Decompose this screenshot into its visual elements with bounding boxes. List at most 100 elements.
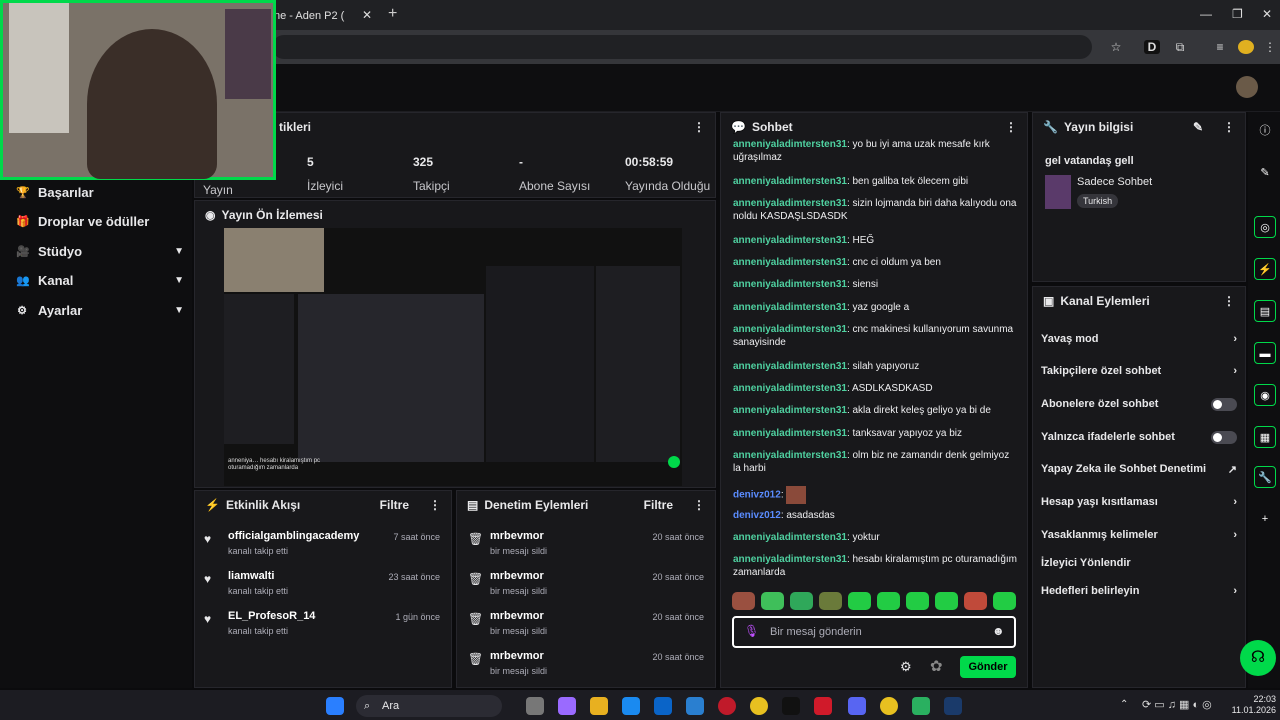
- emote-only-toggle[interactable]: [1211, 430, 1237, 444]
- bolt-icon: ⚡: [205, 498, 220, 512]
- feed-name[interactable]: mrbevmor: [490, 610, 544, 622]
- edit-icon[interactable]: ✎: [1193, 120, 1203, 134]
- action-banned-words[interactable]: Yasaklanmış kelimeler ›: [1041, 522, 1237, 548]
- discord-icon[interactable]: [848, 697, 866, 715]
- emote-icon[interactable]: [819, 592, 842, 610]
- store-icon[interactable]: [686, 697, 704, 715]
- outlook-icon[interactable]: [654, 697, 672, 715]
- address-bar[interactable]: [272, 35, 1092, 59]
- edge-icon[interactable]: [622, 697, 640, 715]
- wrench-icon[interactable]: 🔧: [1254, 466, 1276, 488]
- emote-icon[interactable]: [732, 592, 755, 610]
- feed-name[interactable]: liamwalti: [228, 570, 274, 582]
- app-icon[interactable]: [814, 697, 832, 715]
- action-subscribers-only[interactable]: Abonelere özel sohbet: [1041, 391, 1237, 417]
- subscribers-only-toggle[interactable]: [1211, 397, 1237, 411]
- sidebar-item-achievements[interactable]: 🏆 Başarılar: [16, 180, 184, 204]
- start-icon[interactable]: [326, 697, 344, 715]
- filter-button[interactable]: Filtre: [380, 498, 409, 512]
- copilot-icon[interactable]: [558, 697, 576, 715]
- document-icon[interactable]: ▤: [1254, 300, 1276, 322]
- broadcast-icon[interactable]: ◉: [1254, 384, 1276, 406]
- feed-name[interactable]: EL_ProfesoR_14: [228, 610, 315, 622]
- add-icon[interactable]: +: [1254, 508, 1276, 530]
- stream-preview-video[interactable]: anneniya… hesabı kiralamıştım pc oturama…: [224, 228, 682, 486]
- action-slow-mode[interactable]: Yavaş mod ›: [1041, 326, 1237, 352]
- emote-icon[interactable]: [935, 592, 958, 610]
- window-close-button[interactable]: ✕: [1262, 7, 1272, 21]
- taskbar-search[interactable]: ⌕ Ara: [356, 695, 502, 717]
- more-icon[interactable]: ⋮: [1005, 120, 1017, 134]
- extensions-icon[interactable]: ⧉: [1172, 40, 1188, 54]
- feed-name[interactable]: mrbevmor: [490, 650, 544, 662]
- emote-icon[interactable]: [790, 592, 813, 610]
- action-account-age[interactable]: Hesap yaşı kısıtlaması ›: [1041, 489, 1237, 515]
- action-followers-only[interactable]: Takipçilere özel sohbet ›: [1041, 358, 1237, 384]
- bolt-icon[interactable]: ⚡: [1254, 258, 1276, 280]
- more-icon[interactable]: ⋮: [693, 498, 705, 512]
- browser-menu-icon[interactable]: ⋮: [1262, 40, 1278, 54]
- preview-help-icon: [668, 456, 680, 468]
- bits-icon[interactable]: ✿: [930, 657, 943, 675]
- feed-name[interactable]: mrbevmor: [490, 530, 544, 542]
- window-minimize-button[interactable]: —: [1200, 7, 1212, 21]
- feed-name[interactable]: mrbevmor: [490, 570, 544, 582]
- info-icon[interactable]: ⓘ: [1254, 120, 1276, 142]
- help-icon[interactable]: ☊: [1240, 640, 1276, 676]
- chat-input[interactable]: 🎙 Bir mesaj gönderin ☻: [732, 616, 1016, 648]
- camera-icon[interactable]: ◎: [1254, 216, 1276, 238]
- chat-settings-icon[interactable]: ⚙: [900, 659, 912, 675]
- emoji-icon[interactable]: ☻: [992, 624, 1005, 638]
- media-control-icon[interactable]: ≡: [1212, 40, 1228, 54]
- emote-icon[interactable]: [993, 592, 1016, 610]
- feed-time: 20 saat önce: [652, 572, 704, 582]
- emote-icon[interactable]: [848, 592, 871, 610]
- emote-icon[interactable]: [906, 592, 929, 610]
- tray-icons[interactable]: ⟳ ▭ ♫ ▦ ◐ ◎: [1142, 698, 1212, 711]
- taskview-icon[interactable]: [526, 697, 544, 715]
- feed-name[interactable]: officialgamblingacademy: [228, 530, 359, 542]
- sidebar-item-channel[interactable]: 👥 Kanal ▼: [16, 268, 184, 292]
- filter-button[interactable]: Filtre: [644, 498, 673, 512]
- window-maximize-button[interactable]: ❐: [1232, 7, 1243, 21]
- sidebar-item-settings[interactable]: ⚙ Ayarlar ▼: [16, 298, 184, 322]
- emote-icon[interactable]: [761, 592, 784, 610]
- panel-title: Yayın Ön İzlemesi: [221, 208, 323, 222]
- emote-icon[interactable]: [964, 592, 987, 610]
- sidebar-item-drops[interactable]: 🎁 Droplar ve ödüller: [16, 209, 184, 233]
- extension-d-icon[interactable]: D: [1144, 40, 1160, 54]
- category-thumbnail[interactable]: [1045, 175, 1071, 209]
- feed-time: 20 saat önce: [652, 532, 704, 542]
- tag-badge[interactable]: Turkish: [1077, 194, 1119, 208]
- tab-close-icon[interactable]: ✕: [362, 8, 372, 22]
- steam-icon[interactable]: [944, 697, 962, 715]
- tray-chevron-icon[interactable]: ⌃: [1120, 699, 1128, 710]
- more-icon[interactable]: ⋮: [429, 498, 441, 512]
- action-raid[interactable]: İzleyici Yönlendir: [1041, 550, 1237, 576]
- taskbar-clock[interactable]: 22:03 11.01.2026: [1226, 694, 1276, 716]
- profile-avatar-icon[interactable]: [1238, 40, 1254, 54]
- sidebar-item-studio[interactable]: 🎥 Stüdyo ▼: [16, 239, 184, 263]
- emote-icon[interactable]: [877, 592, 900, 610]
- action-goals[interactable]: Hedefleri belirleyin ›: [1041, 578, 1237, 604]
- avatar[interactable]: [1236, 76, 1258, 98]
- action-ai-moderation[interactable]: Yapay Zeka ile Sohbet Denetimi ↗: [1041, 456, 1237, 482]
- explorer-icon[interactable]: [590, 697, 608, 715]
- category-name[interactable]: Sadece Sohbet: [1077, 176, 1152, 188]
- chrome-icon[interactable]: [880, 697, 898, 715]
- mic-icon[interactable]: 🎙: [744, 624, 759, 638]
- tiktok-icon[interactable]: [782, 697, 800, 715]
- pencil-icon[interactable]: ✎: [1254, 162, 1276, 184]
- chrome-icon[interactable]: [750, 697, 768, 715]
- bookmark-star-icon[interactable]: ☆: [1108, 40, 1124, 54]
- kick-icon[interactable]: [912, 697, 930, 715]
- more-icon[interactable]: ⋮: [693, 120, 705, 134]
- new-tab-button[interactable]: +: [388, 5, 397, 23]
- layout-icon[interactable]: ▦: [1254, 426, 1276, 448]
- send-button[interactable]: Gönder: [960, 656, 1016, 678]
- chat-bubble-icon[interactable]: ▬: [1254, 342, 1276, 364]
- more-icon[interactable]: ⋮: [1223, 294, 1235, 308]
- opera-icon[interactable]: [718, 697, 736, 715]
- more-icon[interactable]: ⋮: [1223, 120, 1235, 134]
- action-emote-only[interactable]: Yalnızca ifadelerle sohbet: [1041, 424, 1237, 450]
